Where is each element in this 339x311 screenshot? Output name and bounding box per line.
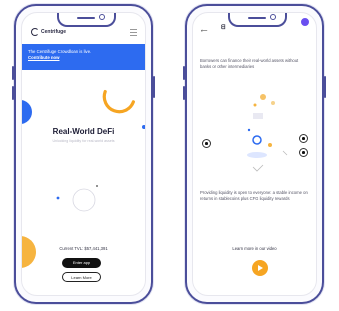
crowdloan-banner: The Centrifuge Crowdloan is live. Contri…	[22, 44, 145, 70]
phone-camera	[99, 14, 105, 20]
phone-side-button	[12, 86, 14, 100]
carousel-next-icon[interactable]	[299, 148, 308, 157]
flow-illustration	[247, 94, 288, 172]
phone-side-button	[183, 66, 185, 80]
video-label: Learn more in our video	[232, 246, 277, 251]
enter-app-button[interactable]: Enter app	[62, 258, 101, 268]
phone-camera	[270, 14, 276, 20]
centrifuge-logo[interactable]: Centrifuge	[31, 28, 66, 36]
screen-left: Centrifuge The Centrifuge Crowdloan is l…	[21, 12, 146, 296]
banner-text: The Centrifuge Crowdloan is live.	[28, 49, 92, 54]
carousel-next-icon[interactable]	[299, 134, 308, 143]
screen-right: ⟵ ᗺ Borrowers can finance their real-wor…	[192, 12, 317, 296]
phone-power-button	[153, 76, 155, 98]
box-icon	[253, 113, 263, 119]
phone-side-button	[183, 86, 185, 100]
contribute-now-link[interactable]: Contribute now	[28, 55, 145, 61]
phone-frame-left: Centrifuge The Centrifuge Crowdloan is l…	[12, 4, 155, 304]
orange-arc-shape	[102, 89, 135, 114]
small-dot-shape	[96, 185, 98, 187]
phone-notch	[57, 13, 116, 27]
blue-half-circle-shape	[22, 100, 32, 124]
hamburger-menu-icon[interactable]	[130, 29, 137, 36]
arrow-shape	[282, 150, 288, 156]
coin-icon	[268, 143, 272, 147]
tvl-text: Current TVL: $57,441,391	[59, 246, 108, 251]
phone-speaker	[77, 17, 95, 19]
phone-speaker	[248, 17, 266, 19]
liquidity-description: Providing liquidity is open to everyone:…	[200, 190, 308, 201]
center-node-icon	[252, 135, 262, 145]
hero-title: Real-World DeFi	[52, 127, 115, 136]
small-dot-shape	[247, 128, 251, 132]
phone-frame-right: ⟵ ᗺ Borrowers can finance their real-wor…	[183, 4, 326, 304]
orange-half-circle-shape	[22, 236, 36, 268]
gray-ring-shape	[72, 188, 96, 212]
phone-side-button	[12, 66, 14, 80]
phone-notch	[228, 13, 287, 27]
logo-text: Centrifuge	[41, 29, 66, 35]
avatar-icon[interactable]	[300, 17, 310, 27]
small-dot-shape	[56, 196, 60, 200]
back-icon[interactable]: ⟵	[201, 28, 207, 34]
carousel-prev-icon[interactable]	[202, 139, 211, 148]
borrowers-description: Borrowers can finance their real-world a…	[200, 58, 299, 69]
coin-icon	[271, 101, 275, 105]
platform-shape	[247, 152, 267, 158]
hero-subtitle: Unlocking liquidity for real-world asset…	[52, 139, 115, 143]
coin-icon	[253, 103, 257, 107]
centrifuge-logo-icon	[31, 28, 39, 36]
play-icon[interactable]	[252, 260, 268, 276]
phone-power-button	[324, 76, 326, 98]
learn-more-button[interactable]: Learn More	[62, 272, 101, 282]
coin-icon	[260, 94, 266, 100]
app-logo-icon: ᗺ	[221, 25, 226, 31]
arrow-shape	[252, 164, 264, 172]
